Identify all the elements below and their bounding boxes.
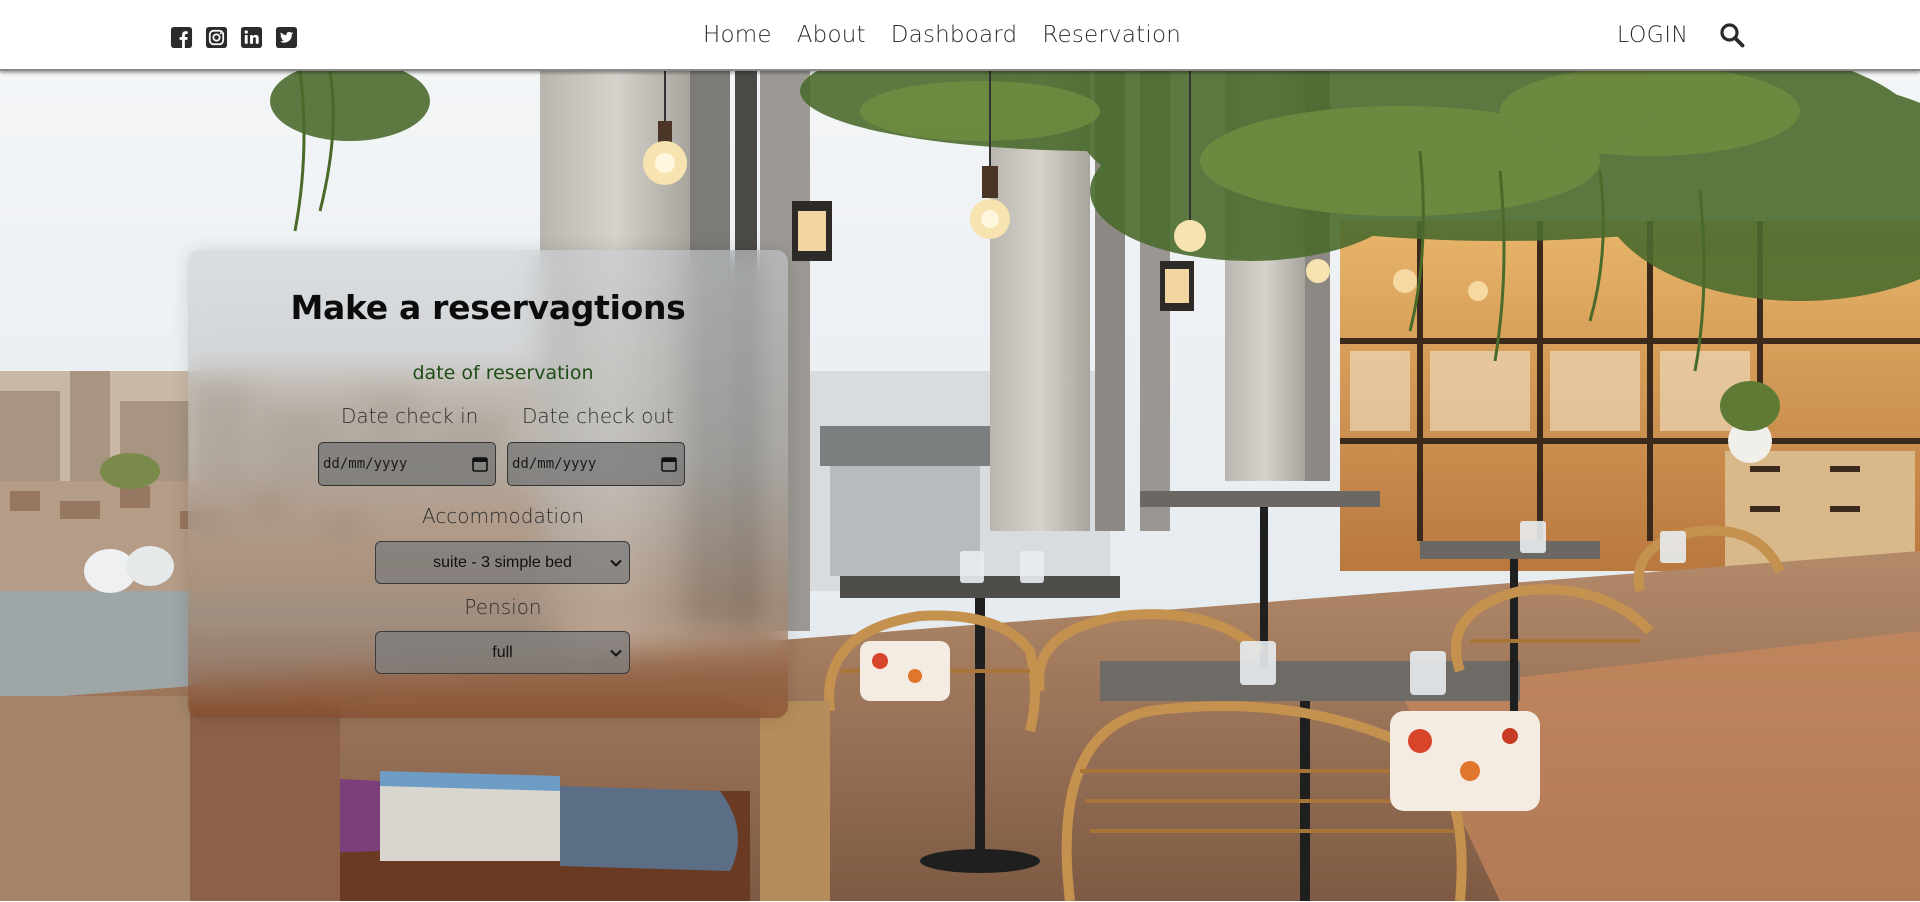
nav-link-dashboard[interactable]: Dashboard bbox=[891, 22, 1018, 48]
pension-selected-value: full bbox=[492, 643, 513, 661]
nav-link-about[interactable]: About bbox=[797, 22, 866, 48]
check-out-date-input[interactable]: dd/mm/yyyy bbox=[507, 442, 685, 486]
accommodation-select[interactable]: suite - 3 simple bed bbox=[375, 541, 630, 584]
chevron-down-icon bbox=[610, 559, 622, 567]
pension-label: Pension bbox=[464, 595, 542, 619]
main-nav: Home About Dashboard Reservation bbox=[703, 22, 1181, 48]
reservation-subtitle: date of reservation bbox=[412, 362, 594, 384]
twitter-icon[interactable] bbox=[275, 26, 298, 49]
facebook-icon[interactable] bbox=[170, 26, 193, 49]
search-icon[interactable] bbox=[1719, 22, 1745, 48]
accommodation-label: Accommodation bbox=[421, 504, 585, 528]
check-in-date-value: dd/mm/yyyy bbox=[323, 456, 408, 472]
pension-select[interactable]: full bbox=[375, 631, 630, 674]
check-in-label: Date check in bbox=[341, 404, 479, 428]
check-out-label: Date check out bbox=[522, 404, 674, 428]
calendar-icon[interactable] bbox=[660, 455, 678, 473]
chevron-down-icon bbox=[610, 649, 622, 657]
nav-link-reservation[interactable]: Reservation bbox=[1042, 22, 1181, 48]
calendar-icon[interactable] bbox=[471, 455, 489, 473]
check-out-date-value: dd/mm/yyyy bbox=[512, 456, 597, 472]
linkedin-icon[interactable] bbox=[240, 26, 263, 49]
instagram-icon[interactable] bbox=[205, 26, 228, 49]
nav-link-home[interactable]: Home bbox=[703, 22, 772, 48]
social-links bbox=[170, 26, 298, 49]
top-navbar: Home About Dashboard Reservation LOGIN bbox=[0, 0, 1920, 71]
accommodation-selected-value: suite - 3 simple bed bbox=[433, 553, 572, 571]
reservation-card: Make a reservagtions date of reservation… bbox=[188, 250, 788, 718]
login-link[interactable]: LOGIN bbox=[1617, 23, 1688, 48]
reservation-title: Make a reservagtions bbox=[290, 288, 686, 327]
check-in-date-input[interactable]: dd/mm/yyyy bbox=[318, 442, 496, 486]
